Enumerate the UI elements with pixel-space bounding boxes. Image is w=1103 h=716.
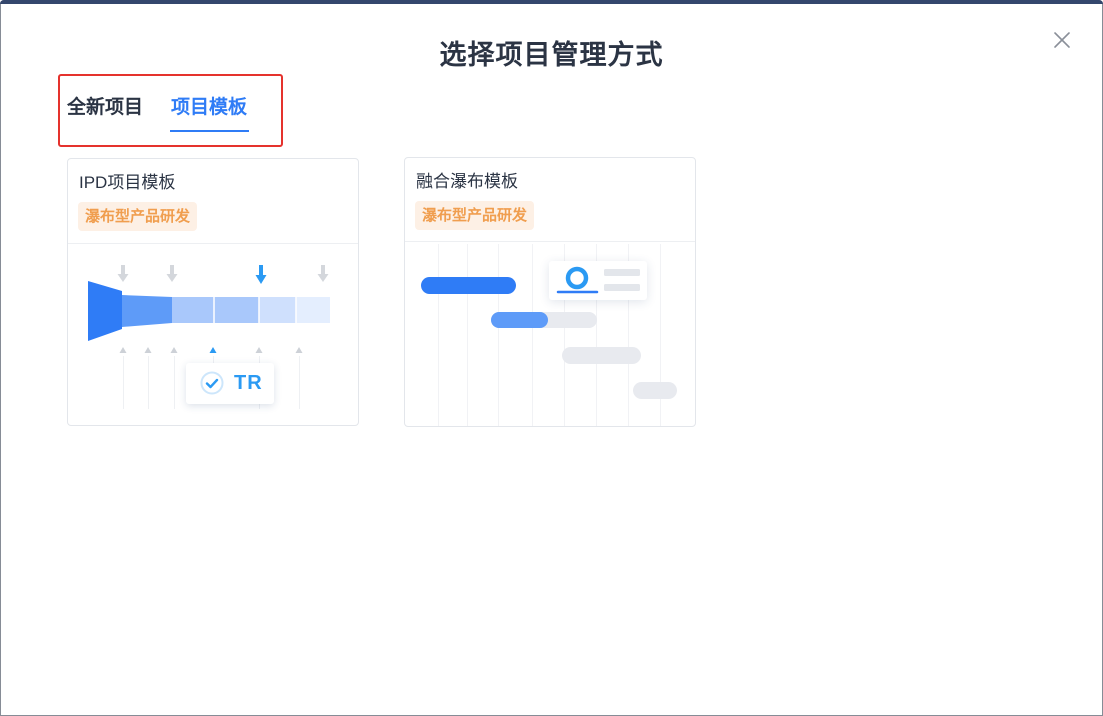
arrow-down-icon: [166, 265, 178, 282]
close-button[interactable]: [1052, 30, 1072, 50]
placeholder-line: [604, 284, 640, 291]
milestone-marker: [119, 347, 127, 353]
gantt-bar-1: [421, 277, 516, 294]
iteration-popup-card: [549, 261, 647, 300]
funnel-stage-5: [296, 297, 330, 323]
select-project-mode-dialog: 选择项目管理方式 全新项目 项目模板 IPD项目模板 瀑布型产品研发 TR 融合…: [0, 0, 1103, 716]
gantt-bar-2-progress: [491, 312, 548, 328]
gantt-bar-3: [562, 347, 641, 364]
template-card-ipd[interactable]: IPD项目模板 瀑布型产品研发 TR: [67, 158, 359, 426]
milestone-down-arrows: [117, 265, 329, 284]
funnel-stage-3: [172, 297, 259, 323]
arrow-down-icon: [255, 265, 267, 284]
active-tab-indicator: [170, 130, 249, 132]
funnel-stage-1: [88, 281, 122, 341]
funnel-process-bar: [88, 281, 330, 341]
iteration-popup-graphic: [556, 266, 640, 294]
loop-icon: [556, 266, 599, 294]
tab-new-project[interactable]: 全新项目: [67, 95, 143, 121]
placeholder-line: [604, 269, 640, 276]
template-title: 融合瀑布模板: [416, 172, 518, 191]
template-tag: 瀑布型产品研发: [78, 202, 198, 231]
card-divider: [405, 241, 695, 242]
card-divider: [68, 243, 358, 244]
close-icon: [1054, 32, 1070, 48]
milestone-up-markers: [119, 347, 303, 353]
tr-review-badge: TR: [186, 363, 274, 404]
milestone-marker: [255, 347, 263, 353]
template-title: IPD项目模板: [79, 173, 176, 192]
milestone-marker-active: [209, 347, 217, 353]
dialog-top-bar: [0, 0, 1103, 4]
dialog-title: 选择项目管理方式: [439, 40, 664, 70]
check-circle-icon: [200, 371, 224, 395]
milestone-marker: [170, 347, 178, 353]
template-tag: 瀑布型产品研发: [415, 201, 535, 230]
milestone-marker: [144, 347, 152, 353]
milestone-marker: [295, 347, 303, 353]
arrow-down-icon: [317, 265, 329, 282]
template-card-hybrid-waterfall[interactable]: 融合瀑布模板 瀑布型产品研发: [404, 157, 696, 427]
tr-badge-label: TR: [234, 372, 263, 394]
funnel-stage-2: [122, 295, 172, 327]
tab-project-template[interactable]: 项目模板: [171, 95, 247, 121]
arrow-down-icon: [117, 265, 129, 282]
gantt-bar-4: [633, 382, 677, 399]
funnel-stage-4: [259, 297, 296, 323]
